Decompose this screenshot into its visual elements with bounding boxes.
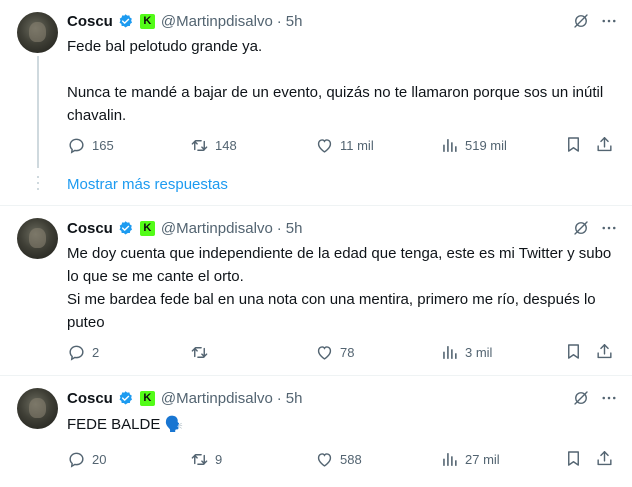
tweet-actions: 165 148 11 mil 519 mil — [67, 135, 617, 155]
like-button[interactable]: 11 mil — [315, 135, 374, 155]
more-options-icon[interactable] — [600, 219, 618, 237]
views-icon — [440, 343, 459, 362]
heart-icon — [315, 450, 334, 469]
tweet-header: Coscu K @Martinpdisalvo · 5h — [67, 388, 302, 408]
timestamp[interactable]: 5h — [286, 13, 303, 30]
tweet-line: Me doy cuenta que independiente de la ed… — [67, 245, 612, 285]
tweet-line: Nunca te mandé a bajar de un evento, qui… — [67, 84, 604, 124]
views-button[interactable]: 519 mil — [440, 135, 507, 155]
author-name[interactable]: Coscu — [67, 390, 113, 407]
thread-dots — [37, 176, 39, 194]
reply-button[interactable]: 165 — [67, 135, 114, 155]
verified-badge-icon — [117, 13, 134, 30]
timestamp[interactable]: 5h — [286, 220, 303, 237]
tweet-text: FEDE BALDE 🗣️ — [67, 413, 622, 436]
views-icon — [440, 136, 459, 155]
author-name[interactable]: Coscu — [67, 13, 113, 30]
like-button[interactable]: 588 — [315, 449, 362, 469]
author-name[interactable]: Coscu — [67, 220, 113, 237]
reply-icon — [67, 343, 86, 362]
divider — [0, 205, 632, 206]
reply-count: 20 — [92, 451, 107, 467]
share-icon[interactable] — [595, 342, 614, 361]
separator-dot: · — [276, 389, 282, 407]
timestamp[interactable]: 5h — [286, 390, 303, 407]
grok-icon[interactable] — [572, 219, 590, 237]
tweet-line: Si me bardea fede bal en una nota con un… — [67, 291, 596, 331]
grok-icon[interactable] — [572, 389, 590, 407]
divider — [0, 375, 632, 376]
bookmark-icon[interactable] — [564, 135, 583, 154]
verified-badge-icon — [117, 390, 134, 407]
more-options-icon[interactable] — [600, 12, 618, 30]
kick-badge-icon: K — [139, 13, 155, 29]
heart-icon — [315, 136, 334, 155]
tweet-header: Coscu K @Martinpdisalvo · 5h — [67, 11, 302, 31]
reply-button[interactable]: 20 — [67, 449, 106, 469]
retweet-count: 9 — [215, 451, 223, 467]
avatar[interactable] — [17, 12, 58, 53]
like-count: 78 — [340, 344, 355, 360]
views-count: 519 mil — [465, 137, 507, 153]
grok-icon[interactable] — [572, 12, 590, 30]
retweet-icon — [190, 136, 209, 155]
retweet-button[interactable]: 9 — [190, 449, 222, 469]
author-handle[interactable]: @Martinpdisalvo — [161, 220, 273, 237]
more-options-icon[interactable] — [600, 389, 618, 407]
reply-icon — [67, 136, 86, 155]
share-icon[interactable] — [595, 449, 614, 468]
tweet-actions: 2 78 3 mil — [67, 342, 617, 362]
retweet-icon — [190, 450, 209, 469]
views-count: 3 mil — [465, 344, 493, 360]
retweet-button[interactable] — [190, 342, 215, 362]
separator-dot: · — [276, 219, 282, 237]
avatar[interactable] — [17, 218, 58, 259]
views-icon — [440, 450, 459, 469]
tweet-line: Fede bal pelotudo grande ya. — [67, 38, 263, 55]
like-count: 588 — [340, 451, 362, 467]
show-more-replies-link[interactable]: Mostrar más respuestas — [67, 176, 228, 193]
author-handle[interactable]: @Martinpdisalvo — [161, 13, 273, 30]
tweet-actions: 20 9 588 27 mil — [67, 449, 617, 469]
reply-button[interactable]: 2 — [67, 342, 99, 362]
separator-dot: · — [276, 12, 282, 30]
heart-icon — [315, 343, 334, 362]
views-button[interactable]: 3 mil — [440, 342, 492, 362]
retweet-button[interactable]: 148 — [190, 135, 237, 155]
like-button[interactable]: 78 — [315, 342, 354, 362]
reply-count: 2 — [92, 344, 100, 360]
like-count: 11 mil — [340, 137, 374, 153]
share-icon[interactable] — [595, 135, 614, 154]
bookmark-icon[interactable] — [564, 449, 583, 468]
retweet-count: 148 — [215, 137, 237, 153]
reply-count: 165 — [92, 137, 114, 153]
tweet-line: FEDE BALDE 🗣️ — [67, 416, 184, 433]
kick-badge-icon: K — [139, 220, 155, 236]
tweet-line — [67, 58, 622, 81]
views-count: 27 mil — [465, 451, 500, 467]
reply-icon — [67, 450, 86, 469]
avatar[interactable] — [17, 388, 58, 429]
thread-line — [37, 56, 39, 168]
tweet-text: Fede bal pelotudo grande ya. Nunca te ma… — [67, 35, 622, 127]
verified-badge-icon — [117, 220, 134, 237]
tweet-text: Me doy cuenta que independiente de la ed… — [67, 242, 622, 334]
kick-badge-icon: K — [139, 390, 155, 406]
bookmark-icon[interactable] — [564, 342, 583, 361]
retweet-icon — [190, 343, 209, 362]
tweet-header: Coscu K @Martinpdisalvo · 5h — [67, 218, 302, 238]
author-handle[interactable]: @Martinpdisalvo — [161, 390, 273, 407]
views-button[interactable]: 27 mil — [440, 449, 500, 469]
